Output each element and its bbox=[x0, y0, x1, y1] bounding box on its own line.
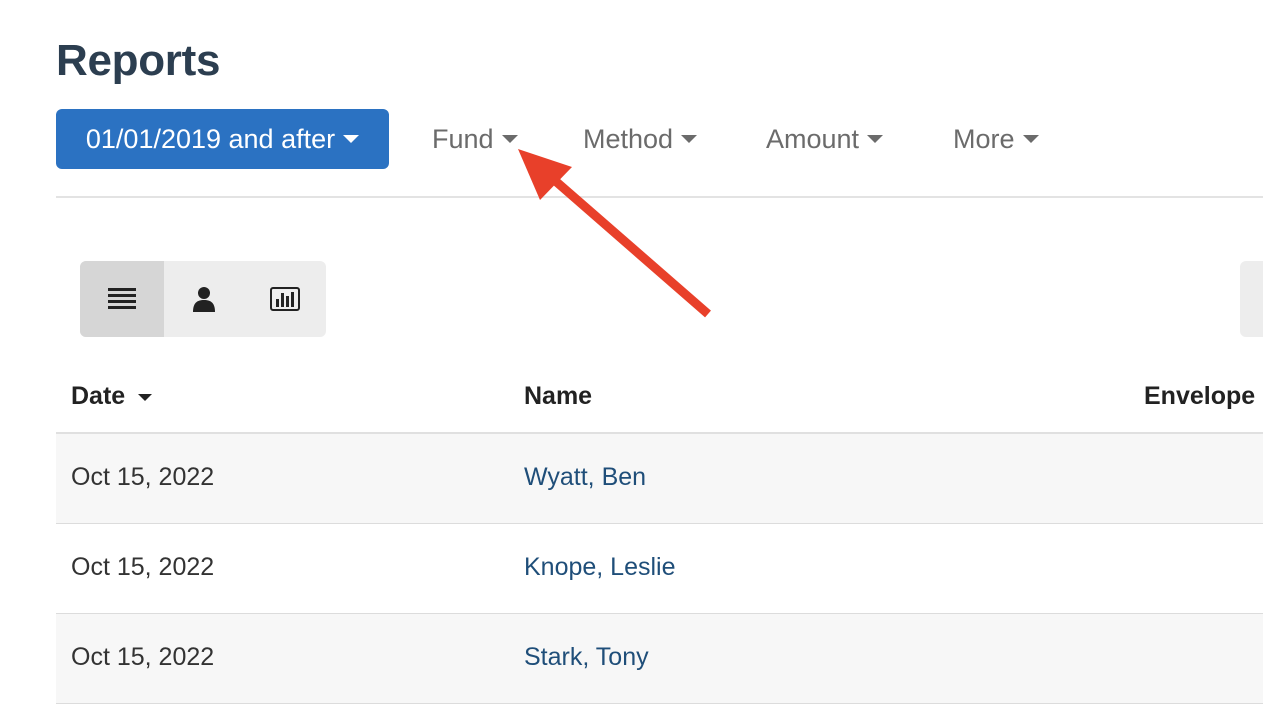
amount-filter-dropdown[interactable]: Amount bbox=[766, 109, 884, 169]
fund-filter-label: Fund bbox=[432, 123, 494, 154]
view-toggle-group bbox=[80, 261, 326, 337]
chevron-down-icon bbox=[501, 135, 518, 143]
date-column-label: Date bbox=[71, 382, 126, 410]
date-column-header[interactable]: Date bbox=[71, 382, 153, 411]
name-column-label: Name bbox=[524, 382, 593, 410]
reports-page: Reports 01/01/2019 and after Fund Method… bbox=[0, 0, 1263, 727]
envelope-column-header[interactable]: Envelope bbox=[1144, 382, 1255, 411]
row-name-link[interactable]: Knope, Leslie bbox=[524, 553, 676, 582]
method-filter-label: Method bbox=[583, 123, 674, 154]
row-name-link[interactable]: Stark, Tony bbox=[524, 643, 649, 672]
filter-bar: 01/01/2019 and after Fund Method Amount … bbox=[56, 109, 1263, 169]
date-filter-button[interactable]: 01/01/2019 and after bbox=[56, 109, 389, 169]
table-header: Date Name Envelope bbox=[56, 362, 1263, 434]
list-icon bbox=[107, 288, 136, 309]
more-filter-label: More bbox=[953, 123, 1015, 154]
row-date: Oct 15, 2022 bbox=[71, 643, 215, 671]
envelope-column-label: Envelope bbox=[1144, 382, 1256, 410]
table-row[interactable]: Oct 15, 2022 Stark, Tony bbox=[56, 614, 1263, 704]
sort-down-icon bbox=[138, 393, 153, 401]
chevron-down-icon bbox=[867, 135, 884, 143]
chart-icon bbox=[270, 287, 301, 311]
fund-filter-dropdown[interactable]: Fund bbox=[432, 109, 518, 169]
row-date: Oct 15, 2022 bbox=[71, 463, 215, 491]
more-filter-dropdown[interactable]: More bbox=[953, 109, 1039, 169]
page-title: Reports bbox=[56, 36, 221, 85]
chevron-down-icon bbox=[1022, 135, 1039, 143]
person-view-button[interactable] bbox=[164, 261, 245, 337]
person-icon bbox=[193, 287, 216, 312]
toolbar-right-panel bbox=[1240, 261, 1263, 337]
row-date: Oct 15, 2022 bbox=[71, 553, 215, 581]
list-view-button[interactable] bbox=[80, 261, 164, 337]
name-column-header[interactable]: Name bbox=[524, 382, 592, 411]
filter-divider bbox=[56, 196, 1263, 198]
chevron-down-icon bbox=[681, 135, 698, 143]
amount-filter-label: Amount bbox=[766, 123, 860, 154]
table-row[interactable]: Oct 15, 2022 Knope, Leslie bbox=[56, 524, 1263, 614]
method-filter-dropdown[interactable]: Method bbox=[583, 109, 698, 169]
table-row[interactable]: Oct 15, 2022 Wyatt, Ben bbox=[56, 434, 1263, 524]
date-filter-label: 01/01/2019 and after bbox=[85, 123, 336, 154]
chart-view-button[interactable] bbox=[245, 261, 326, 337]
row-name-link[interactable]: Wyatt, Ben bbox=[524, 463, 646, 492]
chevron-down-icon bbox=[343, 135, 360, 143]
